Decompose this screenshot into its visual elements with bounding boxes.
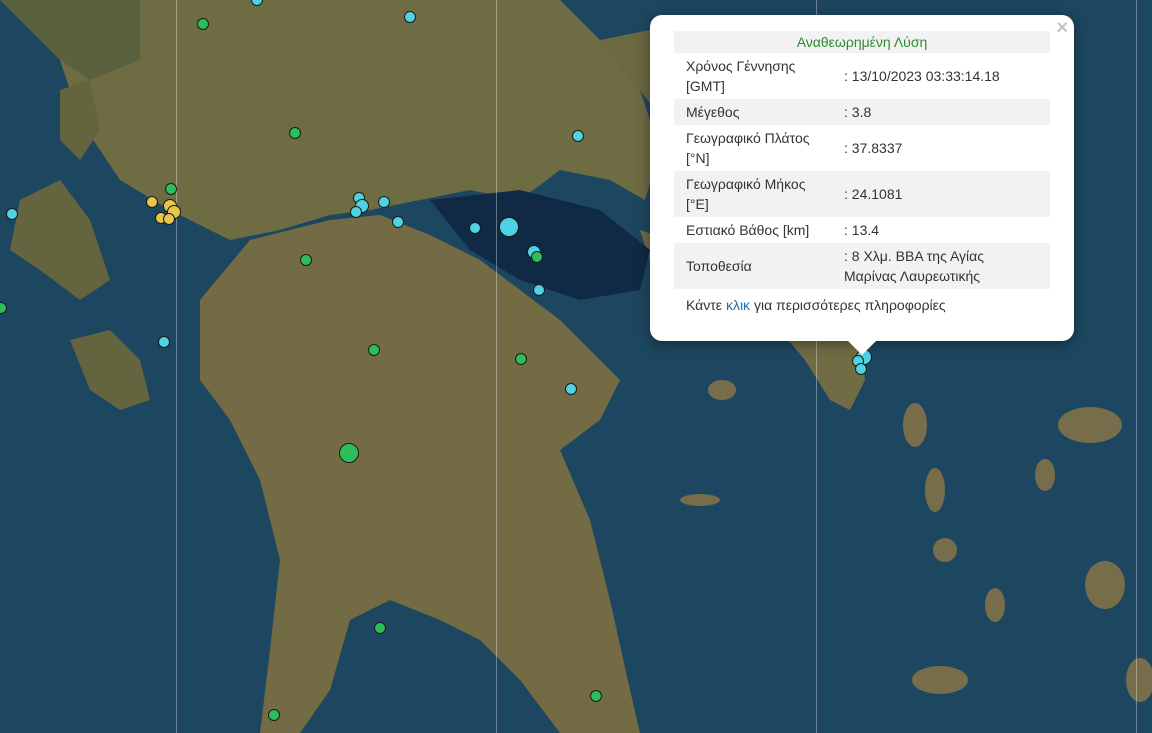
- quake-marker[interactable]: [339, 443, 359, 463]
- quake-marker[interactable]: [565, 383, 577, 395]
- row-label: Τοποθεσία: [674, 243, 832, 289]
- quake-marker[interactable]: [197, 18, 209, 30]
- map-view[interactable]: × Αναθεωρημένη Λύση Χρόνος Γέννησης [GMT…: [0, 0, 1152, 733]
- more-info-suffix: για περισσότερες πληροφορίες: [753, 297, 946, 313]
- island-syros: [1035, 459, 1055, 491]
- island-sifnos: [985, 588, 1005, 622]
- island-milos: [912, 666, 968, 694]
- quake-marker[interactable]: [300, 254, 312, 266]
- quake-marker[interactable]: [374, 622, 386, 634]
- quake-marker[interactable]: [855, 363, 867, 375]
- row-value: : 37.8337: [844, 140, 903, 156]
- row-value: : 13/10/2023 03:33:14.18: [844, 68, 1000, 84]
- quake-marker[interactable]: [572, 130, 584, 142]
- row-label: Μέγεθος: [674, 99, 832, 125]
- graticule-line: [1136, 0, 1137, 733]
- island-andros: [1058, 407, 1122, 443]
- island-naxos: [1126, 658, 1152, 702]
- quake-marker[interactable]: [469, 222, 481, 234]
- quake-marker[interactable]: [590, 690, 602, 702]
- quake-marker[interactable]: [499, 217, 519, 237]
- island-paros: [1085, 561, 1125, 609]
- row-label: Γεωγραφικό Μήκος [°E]: [674, 171, 832, 217]
- earthquake-details-table: Αναθεωρημένη Λύση Χρόνος Γέννησης [GMT] …: [674, 31, 1050, 289]
- quake-marker[interactable]: [158, 336, 170, 348]
- quake-marker[interactable]: [533, 284, 545, 296]
- row-label: Εστιακό Βάθος [km]: [686, 222, 810, 238]
- graticule-line: [176, 0, 177, 733]
- quake-marker[interactable]: [163, 213, 175, 225]
- quake-marker[interactable]: [392, 216, 404, 228]
- quake-marker[interactable]: [268, 709, 280, 721]
- close-icon[interactable]: ×: [1056, 17, 1068, 39]
- row-label: Γεωγραφικό Πλάτος [°N]: [686, 130, 810, 166]
- row-value: : 3.8: [832, 99, 1050, 125]
- quake-marker[interactable]: [368, 344, 380, 356]
- earthquake-info-popup: × Αναθεωρημένη Λύση Χρόνος Γέννησης [GMT…: [650, 15, 1074, 355]
- quake-marker[interactable]: [165, 183, 177, 195]
- row-value: : 8 Χλμ. ΒΒΑ της Αγίας Μαρίνας Λαυρεωτικ…: [832, 243, 1050, 289]
- island-serifos: [933, 538, 957, 562]
- popup-title: Αναθεωρημένη Λύση: [674, 31, 1050, 53]
- quake-marker[interactable]: [289, 127, 301, 139]
- island-kea: [903, 403, 927, 447]
- quake-marker[interactable]: [515, 353, 527, 365]
- island-aegina: [708, 380, 736, 400]
- quake-marker[interactable]: [146, 196, 158, 208]
- island-kythnos: [925, 468, 945, 512]
- popup-pointer: [848, 341, 876, 355]
- row-value: : 13.4: [844, 222, 880, 238]
- island-zakynthos: [70, 330, 150, 410]
- more-info-link[interactable]: κλικ: [726, 297, 750, 313]
- row-label: Χρόνος Γέννησης [GMT]: [686, 58, 796, 94]
- graticule-line: [496, 0, 497, 733]
- island-hydra: [680, 494, 720, 506]
- row-value: : 24.1081: [832, 171, 1050, 217]
- island-kefalonia: [10, 180, 110, 300]
- more-info-prefix: Κάντε: [686, 297, 723, 313]
- quake-marker[interactable]: [378, 196, 390, 208]
- quake-marker[interactable]: [531, 251, 543, 263]
- quake-marker[interactable]: [6, 208, 18, 220]
- more-info-line: Κάντε κλικ για περισσότερες πληροφορίες: [674, 289, 1050, 321]
- quake-marker[interactable]: [350, 206, 362, 218]
- quake-marker[interactable]: [404, 11, 416, 23]
